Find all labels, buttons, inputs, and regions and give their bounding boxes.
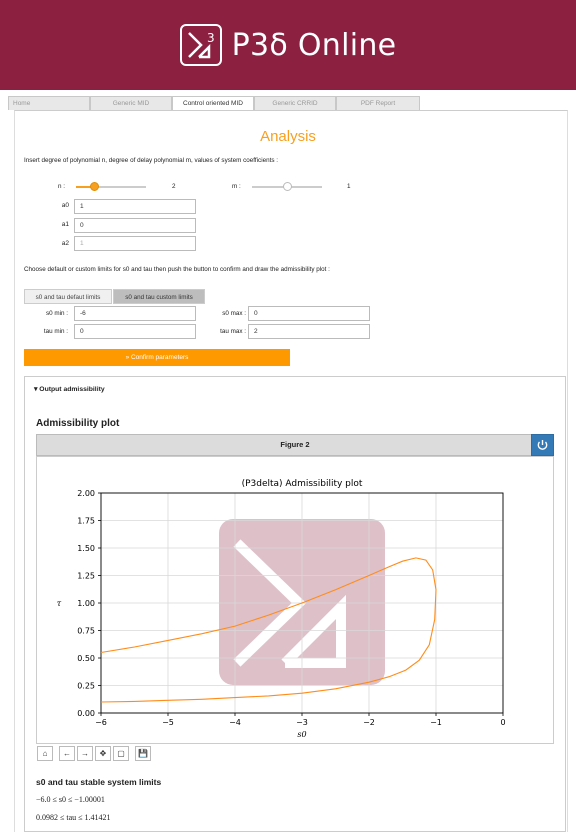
a1-input[interactable]: 0 — [74, 218, 196, 233]
m-slider-handle[interactable] — [283, 182, 292, 191]
y-tick-label: 2.00 — [77, 489, 95, 498]
plot-heading: Admissibility plot — [36, 418, 120, 429]
a2-input[interactable]: 1 — [74, 236, 196, 251]
p3delta-logo: 3 — [179, 24, 222, 66]
toolbar-zoom-button[interactable]: ▢ — [113, 746, 129, 761]
a0-input[interactable]: 1 — [74, 199, 196, 214]
tau-max-input[interactable]: 2 — [248, 324, 370, 339]
zoom-icon: ▢ — [117, 749, 125, 758]
confirm-parameters-button[interactable]: » Confirm parameters — [24, 349, 290, 366]
a1-label: a1 — [61, 221, 69, 228]
x-tick-label: 0 — [500, 718, 505, 727]
s0-min-label: s0 min : — [45, 310, 68, 317]
m-label: m : — [232, 183, 241, 190]
instruction-text: Insert degree of polynomial n, degree of… — [24, 157, 278, 164]
figure-title: Figure 2 — [36, 434, 554, 456]
power-icon — [537, 440, 548, 450]
toolbar-forward-button[interactable]: → — [77, 746, 93, 761]
y-tick-label: 0.00 — [77, 709, 95, 718]
tau-max-label: tau max : — [220, 328, 246, 335]
n-label: n : — [58, 183, 66, 190]
close-figure-button[interactable] — [531, 434, 554, 456]
chart-title: (P3delta) Admissibility plot — [242, 479, 363, 489]
y-tick-label: 0.75 — [77, 627, 95, 636]
tab-pdf-report[interactable]: PDF Report — [336, 96, 420, 110]
tab-control-oriented-mid[interactable]: Control oriented MID — [172, 96, 254, 110]
a2-label: a2 — [61, 240, 69, 247]
tab-generic-mid[interactable]: Generic MID — [90, 96, 172, 110]
admissibility-chart: −6 −5 −4 −3 −2 −1 0 0.00 0.25 0.50 0.75 1.00 1.25 1.5… — [57, 479, 506, 739]
x-tick-label: −4 — [229, 718, 241, 727]
toolbar-save-button[interactable]: 💾 — [135, 746, 151, 761]
output-admissibility-toggle[interactable]: ▾ Output admissibility — [34, 385, 105, 393]
y-tick-label: 1.75 — [77, 517, 95, 526]
s0-limits: −6.0 ≤ s0 ≤ −1.00001 — [36, 795, 105, 804]
app-title: P3δ Online — [231, 27, 397, 63]
x-tick-label: −6 — [95, 718, 107, 727]
pan-icon: ✥ — [99, 749, 107, 758]
analysis-title: Analysis — [260, 128, 316, 145]
x-tick-label: −5 — [162, 718, 174, 727]
n-value: 2 — [172, 183, 176, 190]
header-banner: 3 P3δ Online — [0, 0, 576, 90]
y-axis-label: τ — [57, 599, 62, 608]
y-tick-label: 1.50 — [77, 544, 95, 553]
nav-tabs: Home Generic MID Control oriented MID Ge… — [8, 96, 420, 110]
y-tick-label: 1.00 — [77, 599, 95, 608]
toolbar-home-button[interactable]: ⌂ — [37, 746, 53, 761]
a0-label: a0 — [61, 202, 69, 209]
toolbar-pan-button[interactable]: ✥ — [95, 746, 111, 761]
save-icon: 💾 — [138, 749, 148, 758]
figure-canvas: −6 −5 −4 −3 −2 −1 0 0.00 0.25 0.50 0.75 1.00 1.25 1.5… — [36, 456, 554, 744]
tab-home[interactable]: Home — [8, 96, 90, 110]
tau-min-label: tau min : — [43, 328, 68, 335]
home-icon: ⌂ — [42, 749, 48, 758]
tab-generic-crrid[interactable]: Generic CRRID — [254, 96, 336, 110]
toolbar-back-button[interactable]: ← — [59, 746, 75, 761]
n-slider-handle[interactable] — [89, 182, 99, 191]
custom-limits-toggle[interactable]: s0 and tau custom limits — [113, 289, 205, 304]
s0-min-input[interactable]: -6 — [74, 306, 196, 321]
logo-digit: 3 — [207, 31, 215, 45]
x-tick-label: −2 — [363, 718, 375, 727]
y-tick-label: 0.25 — [77, 682, 95, 691]
s0-max-input[interactable]: 0 — [248, 306, 370, 321]
m-value: 1 — [347, 183, 351, 190]
x-axis-label: s0 — [297, 730, 306, 739]
limits-heading: s0 and tau stable system limits — [36, 777, 162, 787]
y-tick-label: 0.50 — [77, 654, 95, 663]
tau-min-input[interactable]: 0 — [74, 324, 196, 339]
limits-instruction: Choose default or custom limits for s0 a… — [24, 266, 330, 273]
y-tick-label: 1.25 — [77, 572, 95, 581]
x-tick-label: −1 — [430, 718, 442, 727]
tau-limits: 0.0982 ≤ tau ≤ 1.41421 — [36, 813, 111, 822]
back-icon: ← — [63, 749, 71, 758]
x-tick-label: −3 — [296, 718, 308, 727]
default-limits-toggle[interactable]: s0 and tau defaut limits — [24, 289, 112, 304]
forward-icon: → — [81, 749, 89, 758]
s0-max-label: s0 max : — [222, 310, 246, 317]
